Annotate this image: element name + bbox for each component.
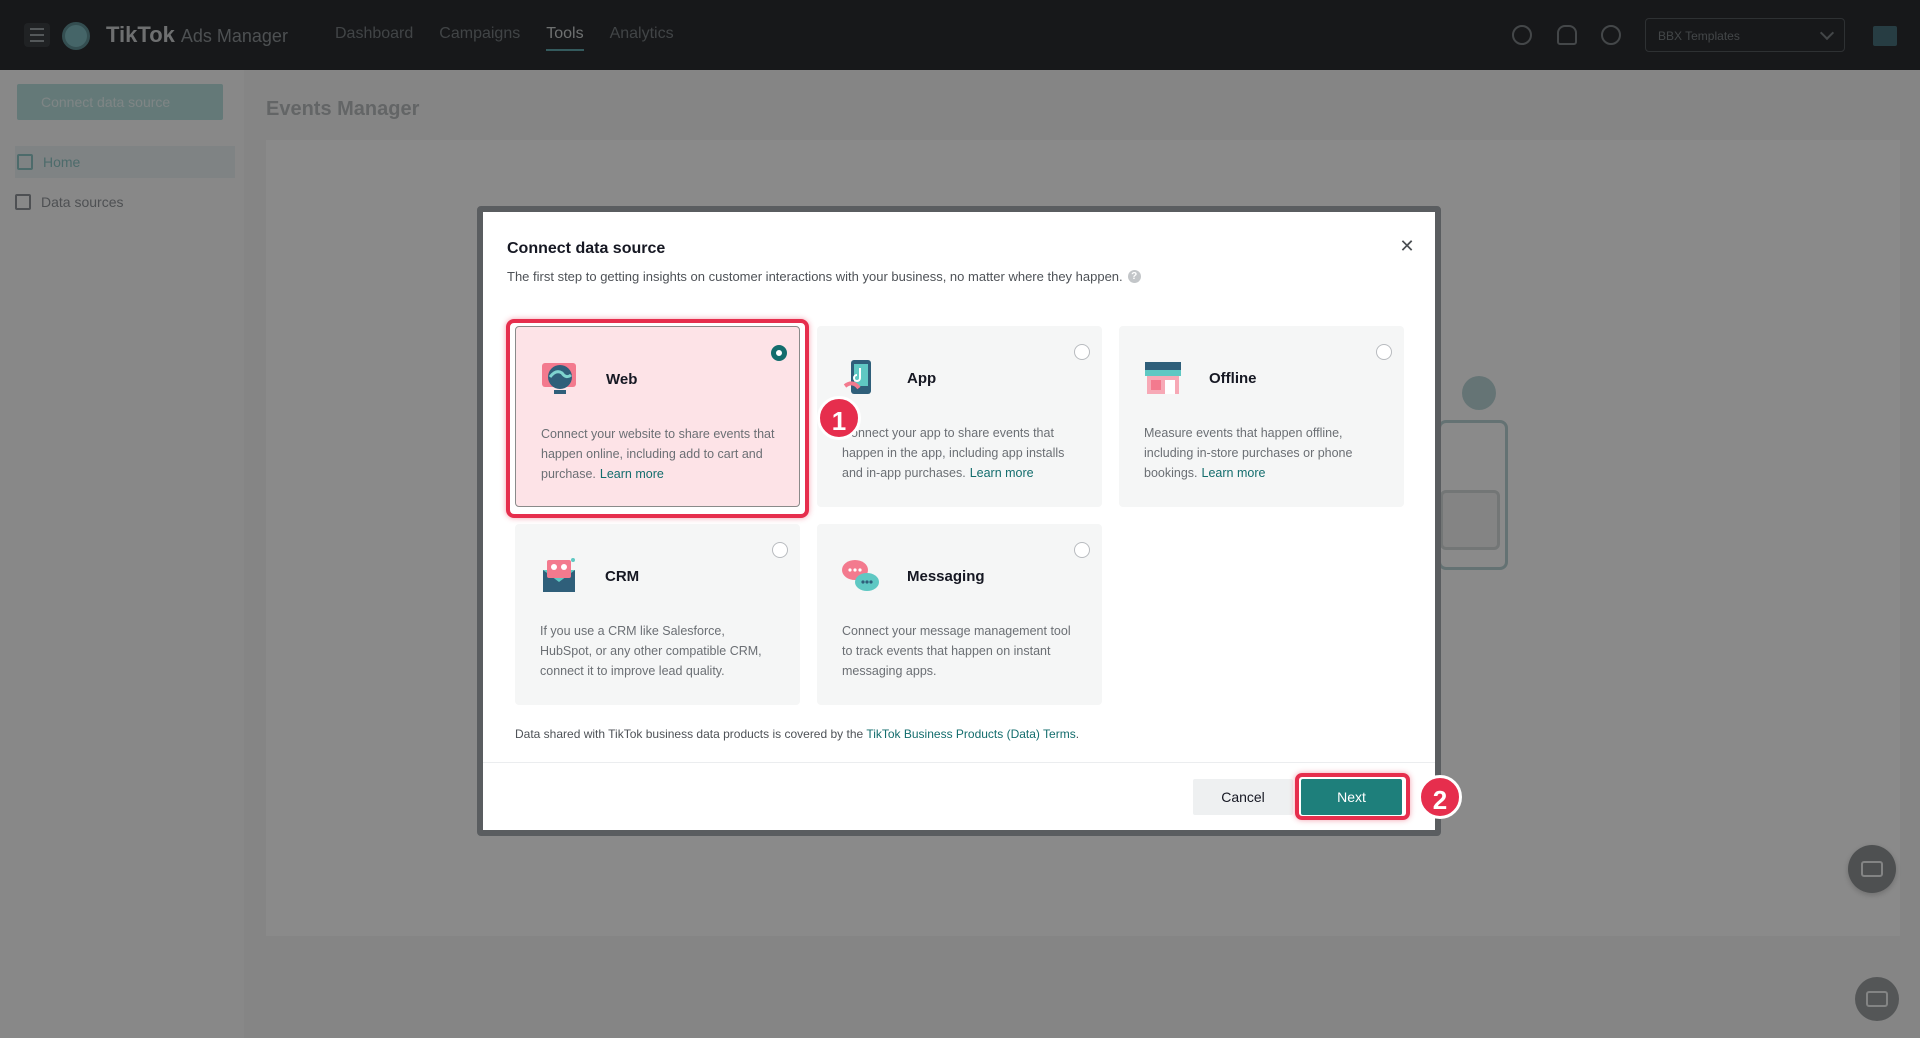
card-description-text: Connect your message management tool to … xyxy=(842,624,1071,678)
modal-footer-divider xyxy=(483,762,1435,763)
card-title: App xyxy=(907,370,937,387)
radio-crm[interactable] xyxy=(772,542,788,558)
step-badge-1: 1 xyxy=(817,396,861,440)
close-icon[interactable]: ✕ xyxy=(1397,236,1417,256)
terms-note: Data shared with TikTok business data pr… xyxy=(515,727,1079,741)
learn-more-link[interactable]: Learn more xyxy=(970,466,1034,480)
question-icon[interactable]: ? xyxy=(1127,270,1141,283)
modal-subtitle-text: The first step to getting insights on cu… xyxy=(507,269,1123,284)
cancel-button[interactable]: Cancel xyxy=(1193,779,1293,815)
card-description-text: If you use a CRM like Salesforce, HubSpo… xyxy=(540,624,762,678)
card-description: Connect your message management tool to … xyxy=(842,621,1082,681)
crm-icon xyxy=(543,558,575,592)
card-title: Offline xyxy=(1209,370,1257,387)
card-title: Messaging xyxy=(907,568,985,585)
radio-offline[interactable] xyxy=(1376,344,1392,360)
source-card-messaging[interactable]: Messaging Connect your message managemen… xyxy=(817,524,1102,705)
modal-title: Connect data source xyxy=(507,240,666,257)
card-description: Connect your app to share events that ha… xyxy=(842,423,1082,483)
source-card-offline[interactable]: Offline Measure events that happen offli… xyxy=(1119,326,1404,507)
terms-link[interactable]: TikTok Business Products (Data) Terms xyxy=(866,727,1075,741)
card-title: CRM xyxy=(605,568,640,585)
messaging-icon xyxy=(842,560,879,591)
radio-app[interactable] xyxy=(1074,344,1090,360)
radio-messaging[interactable] xyxy=(1074,542,1090,558)
highlight-next-button xyxy=(1295,773,1410,820)
store-icon xyxy=(1145,362,1181,394)
highlight-web-card xyxy=(506,319,809,518)
card-description: If you use a CRM like Salesforce, HubSpo… xyxy=(540,621,780,681)
modal-subtitle: The first step to getting insights on cu… xyxy=(507,269,1141,284)
source-card-crm[interactable]: CRM If you use a CRM like Salesforce, Hu… xyxy=(515,524,800,705)
terms-text: Data shared with TikTok business data pr… xyxy=(515,727,864,741)
card-description: Measure events that happen offline, incl… xyxy=(1144,423,1384,483)
app-phone-icon xyxy=(843,360,871,394)
terms-suffix: . xyxy=(1075,727,1080,741)
step-badge-2: 2 xyxy=(1418,775,1462,819)
learn-more-link[interactable]: Learn more xyxy=(1202,466,1266,480)
connect-data-source-modal: Connect data source The first step to ge… xyxy=(483,212,1435,830)
